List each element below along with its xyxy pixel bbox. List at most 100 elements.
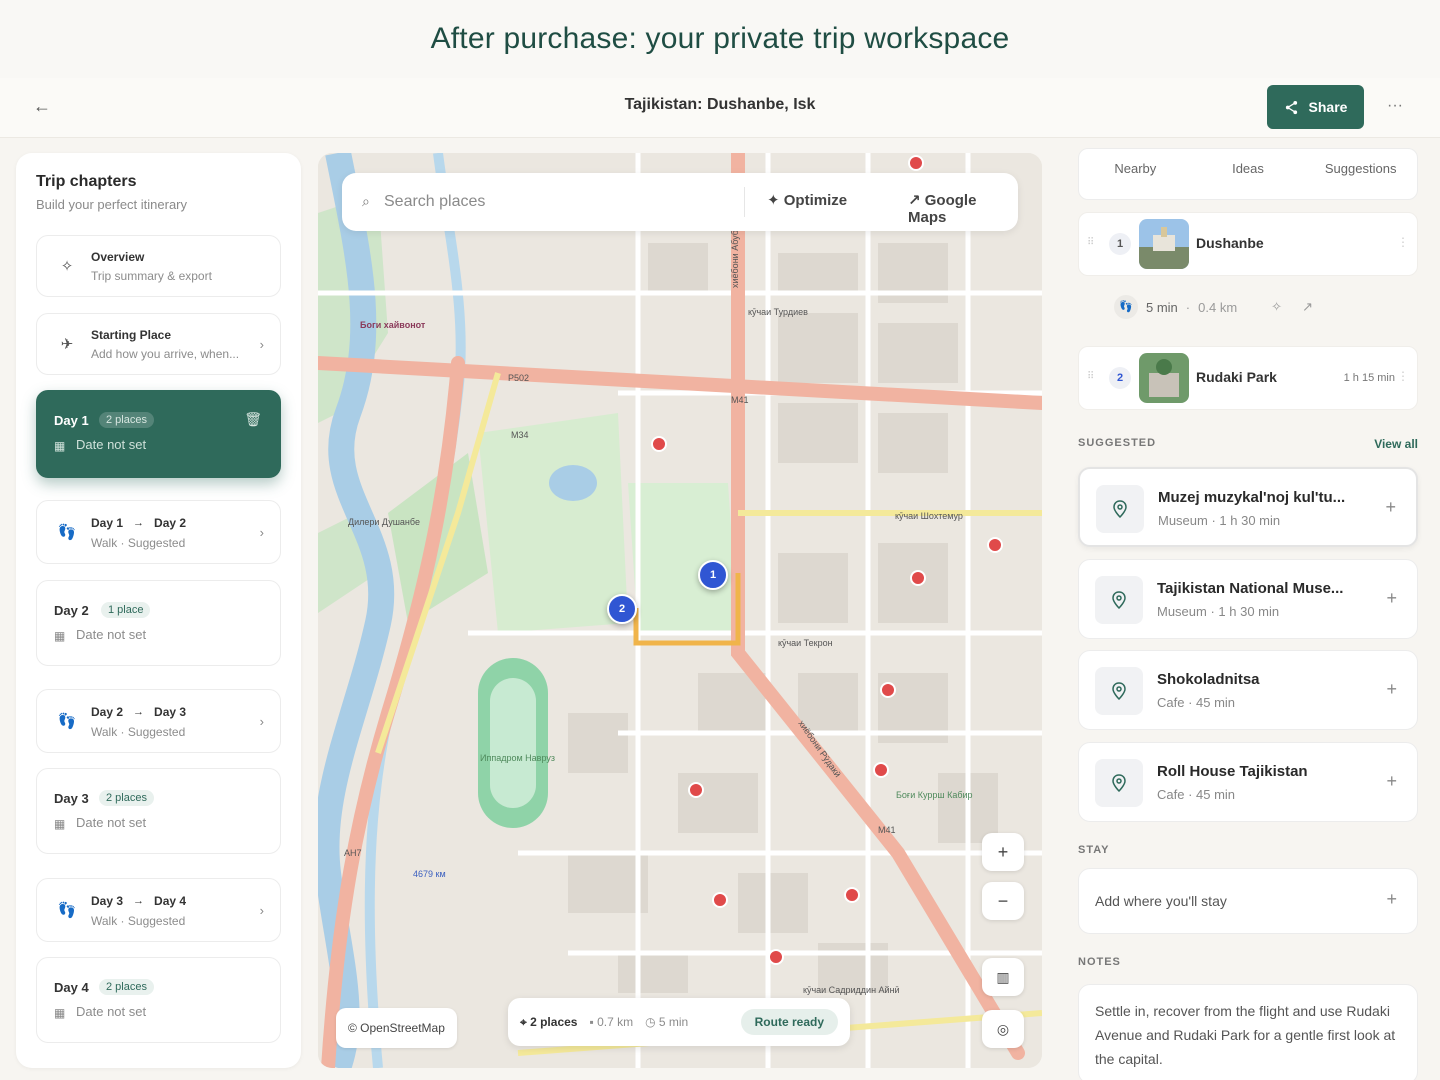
footprints-icon: 👣 — [57, 713, 77, 730]
day-label: Day 3 — [54, 791, 89, 806]
arrow-right-icon: → — [133, 895, 145, 907]
day-label: Day 1 — [54, 413, 89, 428]
walk-subtitle: Walk · Suggested — [91, 536, 186, 550]
suggestion-item[interactable]: Shokoladnitsa Cafe · 45 min + — [1078, 650, 1418, 730]
stop-thumbnail — [1139, 353, 1189, 403]
map-attribution[interactable]: © OpenStreetMap — [336, 1008, 457, 1048]
walk-title: Day 3 → Day 4 — [91, 894, 186, 908]
drag-handle-icon[interactable]: ⠿ — [1087, 371, 1094, 382]
map-view[interactable]: Боги хайвонот Р502 М34 М41 АН7 4679 км к… — [318, 153, 1042, 1068]
suggestion-meta: Museum · 1 h 30 min — [1157, 604, 1280, 619]
itinerary-stop-2[interactable]: ⠿ 2 Rudaki Park 1 h 15 min ⋮ — [1078, 346, 1418, 410]
chevron-right-icon: › — [259, 714, 264, 729]
map-label-zoo: Боги хайвонот — [360, 320, 426, 330]
route-distance-label: 0.7 km — [597, 1015, 634, 1029]
add-icon[interactable]: + — [1385, 497, 1396, 518]
route-distance: ▪ 0.7 km — [589, 1015, 633, 1029]
add-stay-button[interactable]: Add where you'll stay + — [1078, 868, 1418, 934]
suggestion-item[interactable]: Tajikistan National Muse... Museum · 1 h… — [1078, 559, 1418, 639]
overview-title: Overview — [91, 250, 145, 264]
walk-subtitle: Walk · Suggested — [91, 914, 186, 928]
zoom-in-button[interactable]: + — [982, 833, 1024, 871]
map-label-shokhtemur: кӯчаи Шохтемур — [895, 511, 963, 521]
walk-card-2[interactable]: 👣 Day 2 → Day 3 Walk · Suggested › — [36, 689, 281, 753]
map-pin-1[interactable]: 1 — [698, 560, 728, 590]
panel-title: Trip chapters — [36, 173, 137, 190]
optimize-button[interactable]: ✦ Optimize — [767, 191, 847, 209]
leg-separator: · — [1185, 299, 1191, 315]
add-icon[interactable]: + — [1386, 588, 1397, 609]
day-card-4[interactable]: Day 4 2 places ▦ Date not set — [36, 957, 281, 1043]
starting-place-card[interactable]: ✈ Starting Place Add how you arrive, whe… — [36, 313, 281, 375]
calendar-icon: ▦ — [54, 1006, 66, 1020]
suggestion-meta: Cafe · 45 min — [1157, 787, 1236, 802]
optimize-label: Optimize — [783, 192, 848, 209]
caption-text: After purchase: your private trip worksp… — [430, 22, 1010, 55]
day-card-1[interactable]: Day 1 2 places ▦ Date not set 🗑 — [36, 390, 281, 478]
drag-handle-icon[interactable]: ⠿ — [1087, 237, 1094, 248]
suggestion-name: Roll House Tajikistan — [1157, 763, 1308, 780]
map-layers-icon[interactable]: ▥ — [982, 958, 1024, 996]
walk-from: Day 3 — [91, 894, 124, 908]
suggestion-name: Muzej muzykal'noj kul'tu... — [1158, 489, 1346, 506]
map-label-dilery: Дилери Душанбе — [348, 517, 420, 527]
panel-subtitle: Build your perfect itinerary — [36, 197, 188, 212]
top-bar: ← Tajikistan: Dushanbe, Isk Share ··· — [0, 78, 1440, 138]
stop-name: Rudaki Park — [1196, 369, 1277, 385]
map-label-road-m34: М34 — [511, 430, 529, 440]
footprints-icon: 👣 — [1114, 295, 1138, 319]
map-pin-icon — [1096, 485, 1144, 533]
more-vertical-icon[interactable]: ⋮ — [1397, 235, 1409, 249]
suggestion-item[interactable]: Muzej muzykal'noj kul'tu... Museum · 1 h… — [1078, 467, 1418, 547]
overview-card[interactable]: ✧ Overview Trip summary & export — [36, 235, 281, 297]
walk-subtitle: Walk · Suggested — [91, 725, 186, 739]
compass-icon[interactable]: ◎ — [982, 1010, 1024, 1048]
calendar-icon: ▦ — [54, 629, 66, 643]
view-all-link[interactable]: View all — [1374, 437, 1418, 451]
notes-text[interactable]: Settle in, recover from the flight and u… — [1078, 984, 1418, 1080]
leg-time: 5 min — [1146, 299, 1178, 315]
trash-icon[interactable]: 🗑 — [244, 411, 262, 428]
tab-ideas[interactable]: Ideas — [1192, 149, 1305, 199]
footprints-icon: 👣 — [57, 524, 77, 541]
map-label-road-m41-south: М41 — [878, 825, 896, 835]
add-icon[interactable]: + — [1386, 771, 1397, 792]
walk-to: Day 3 — [154, 705, 187, 719]
map-pin-icon: ⌖ — [520, 1014, 531, 1029]
more-vertical-icon[interactable]: ⋮ — [1397, 369, 1409, 383]
walk-card-3[interactable]: 👣 Day 3 → Day 4 Walk · Suggested › — [36, 878, 281, 942]
external-link-icon[interactable]: ↗ — [1302, 299, 1313, 315]
google-maps-button[interactable]: ↗ Google Maps — [908, 191, 1018, 226]
search-input[interactable] — [384, 190, 724, 214]
suggestion-name: Shokoladnitsa — [1157, 671, 1260, 688]
car-icon: ▪ — [589, 1015, 598, 1029]
sparkle-icon[interactable]: ✧ — [1271, 299, 1282, 315]
more-options-icon[interactable]: ··· — [1382, 94, 1408, 118]
map-pin-icon — [1095, 667, 1143, 715]
search-icon: ⌕ — [362, 193, 370, 209]
suggestion-item[interactable]: Roll House Tajikistan Cafe · 45 min + — [1078, 742, 1418, 822]
add-icon[interactable]: + — [1386, 679, 1397, 700]
day-card-3[interactable]: Day 3 2 places ▦ Date not set — [36, 768, 281, 854]
suggested-heading: SUGGESTED — [1078, 437, 1157, 449]
day-label: Day 2 — [54, 603, 89, 618]
tab-nearby[interactable]: Nearby — [1079, 149, 1192, 199]
route-places: ⌖ 2 places — [520, 1015, 577, 1030]
walk-card-1[interactable]: 👣 Day 1 → Day 2 Walk · Suggested › — [36, 500, 281, 564]
map-pin-2[interactable]: 2 — [607, 594, 637, 624]
day-label: Day 4 — [54, 980, 89, 995]
stop-number: 2 — [1109, 367, 1131, 389]
date-status: Date not set — [76, 1004, 147, 1019]
itinerary-stop-1[interactable]: ⠿ 1 Dushanbe ⋮ — [1078, 212, 1418, 276]
footprints-icon: 👣 — [57, 902, 77, 919]
route-ready-badge[interactable]: Route ready — [740, 1009, 838, 1035]
share-button[interactable]: Share — [1267, 85, 1364, 129]
tab-suggestions[interactable]: Suggestions — [1304, 149, 1417, 199]
arrow-left-icon[interactable]: ← — [30, 94, 54, 118]
map-label-km: 4679 км — [413, 869, 446, 879]
day-card-2[interactable]: Day 2 1 place ▦ Date not set — [36, 580, 281, 666]
map-canvas[interactable]: Боги хайвонот Р502 М34 М41 АН7 4679 км к… — [318, 153, 1042, 1068]
zoom-out-button[interactable]: − — [982, 882, 1024, 920]
sparkles-icon: ✧ — [60, 258, 74, 275]
stay-heading: STAY — [1078, 844, 1110, 856]
